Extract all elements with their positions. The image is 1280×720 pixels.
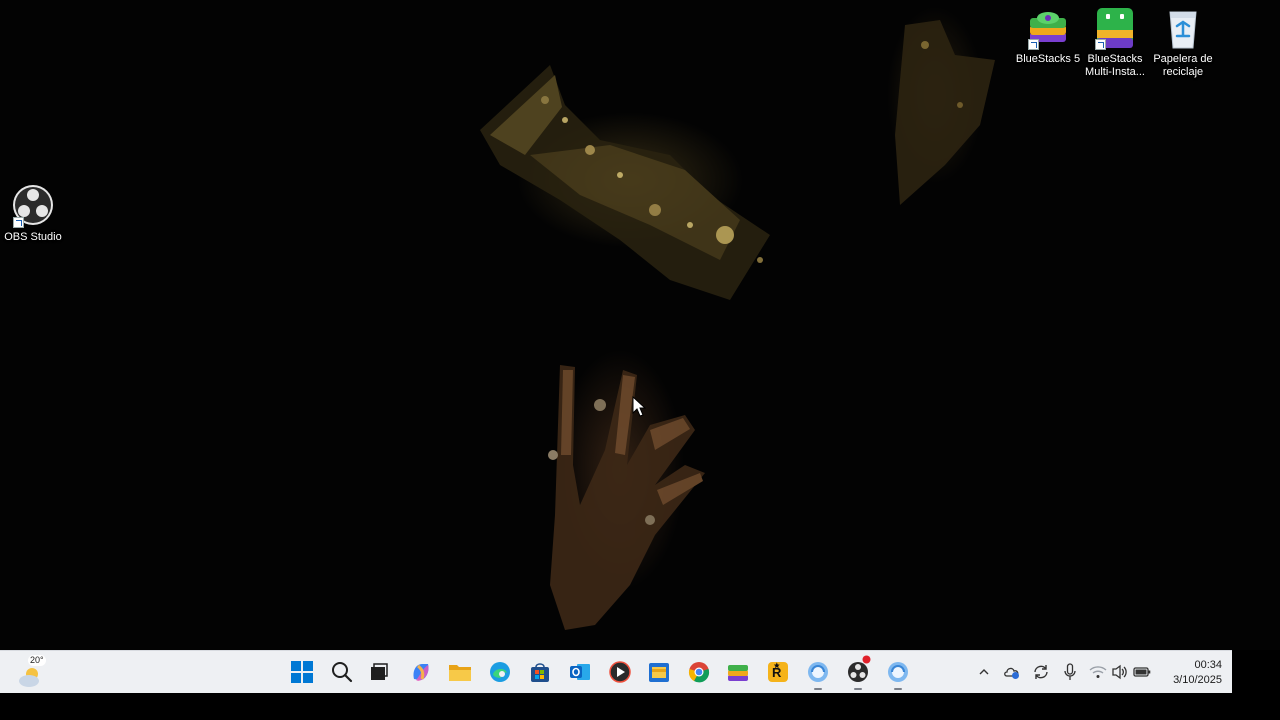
desktop-icon-label: BlueStacks 5	[1015, 53, 1081, 65]
microphone-tray-button[interactable]	[1061, 663, 1079, 681]
screen-edge	[1232, 650, 1280, 693]
bluestacks-multi-instance-icon	[1093, 6, 1137, 50]
obs-studio-icon	[11, 184, 55, 228]
windows-start-icon	[291, 661, 313, 683]
file-explorer-icon	[449, 665, 471, 681]
show-hidden-icons-button[interactable]	[975, 663, 993, 681]
media-player-button[interactable]	[607, 659, 633, 685]
app-button-2[interactable]	[885, 659, 911, 690]
search-icon	[332, 662, 353, 683]
start-button[interactable]	[289, 659, 315, 685]
copilot-icon	[413, 664, 429, 681]
clock-date: 3/10/2025	[1173, 674, 1222, 686]
desktop-icon-label: BlueStacks Multi-Insta...	[1085, 53, 1145, 78]
media-player-icon	[609, 661, 631, 683]
sync-tray-button[interactable]	[1032, 663, 1050, 681]
outlook-icon	[570, 664, 590, 680]
wifi-icon	[1089, 666, 1107, 678]
task-view-icon	[371, 663, 388, 680]
volume-icon	[1112, 664, 1127, 680]
recording-dot-icon	[862, 655, 871, 664]
shortcut-arrow-icon	[1095, 39, 1106, 50]
desktop-wallpaper: BlueStacks 5 BlueStacks Multi-Insta... P…	[0, 0, 1280, 650]
outlook-button[interactable]	[567, 659, 593, 685]
chrome-button[interactable]	[686, 659, 712, 685]
desktop-icon-bluestacks-5[interactable]: BlueStacks 5	[1014, 6, 1082, 66]
microsoft-store-icon	[531, 663, 549, 682]
mouse-cursor-icon	[632, 396, 646, 417]
shortcut-arrow-icon	[13, 217, 24, 228]
app-button[interactable]	[805, 659, 831, 690]
app-icon-2	[888, 662, 908, 682]
desktop-icon-label: Papelera de reciclaje	[1153, 53, 1213, 78]
battery-tray-button[interactable]	[1133, 663, 1151, 681]
clock[interactable]: 00:34 3/10/2025	[1158, 658, 1222, 688]
desktop-icon-bluestacks-multi-instance[interactable]: BlueStacks Multi-Insta...	[1081, 6, 1149, 79]
onedrive-tray-button[interactable]	[1003, 663, 1021, 681]
recycle-bin-icon	[1161, 6, 1205, 50]
bluestacks-taskbar-button[interactable]	[725, 659, 751, 685]
desktop-icon-recycle-bin[interactable]: Papelera de reciclaje	[1149, 6, 1217, 79]
sync-icon	[1034, 665, 1048, 679]
battery-icon	[1133, 667, 1151, 677]
microsoft-store-button[interactable]	[527, 659, 553, 685]
shortcut-arrow-icon	[1028, 39, 1039, 50]
running-indicator	[814, 688, 822, 690]
edge-icon	[490, 662, 510, 682]
onedrive-icon	[1004, 667, 1019, 679]
obs-studio-button[interactable]	[845, 655, 871, 690]
copilot-button[interactable]	[408, 659, 434, 685]
edge-button[interactable]	[487, 659, 513, 685]
hand-artwork	[548, 365, 705, 630]
running-indicator	[854, 688, 862, 690]
explorer-folder-icon	[649, 663, 669, 682]
network-tray-button[interactable]	[1089, 663, 1107, 681]
task-view-button[interactable]	[366, 659, 392, 685]
app-icon	[808, 662, 828, 682]
obs-studio-taskbar-icon	[848, 662, 868, 682]
chevron-up-icon	[979, 669, 989, 675]
running-indicator	[894, 688, 902, 690]
chrome-icon	[688, 662, 710, 683]
svg-text:R: R	[772, 665, 782, 680]
weather-cloud-icon	[19, 668, 39, 687]
search-button[interactable]	[329, 659, 355, 685]
volume-tray-button[interactable]	[1111, 663, 1129, 681]
rockstar-launcher-button[interactable]: R	[765, 659, 791, 685]
bluestacks-icon	[728, 665, 748, 681]
desktop-icon-label: OBS Studio	[4, 231, 62, 243]
screen-bottom-bar	[0, 693, 1280, 720]
crown-artwork	[480, 65, 770, 300]
file-explorer-button[interactable]	[447, 659, 473, 685]
desktop-icon-obs-studio[interactable]: OBS Studio	[0, 184, 66, 244]
background-ornament	[895, 20, 995, 205]
explorer-folder-button[interactable]	[646, 659, 672, 685]
rockstar-launcher-icon: R	[768, 662, 788, 682]
weather-temperature: 20°	[28, 655, 46, 666]
clock-time: 00:34	[1194, 659, 1222, 671]
taskbar: 20° R 00:34 3/10/2025	[0, 650, 1232, 693]
microphone-icon	[1064, 663, 1076, 680]
weather-widget[interactable]: 20°	[14, 655, 48, 687]
bluestacks-5-icon	[1026, 6, 1070, 50]
